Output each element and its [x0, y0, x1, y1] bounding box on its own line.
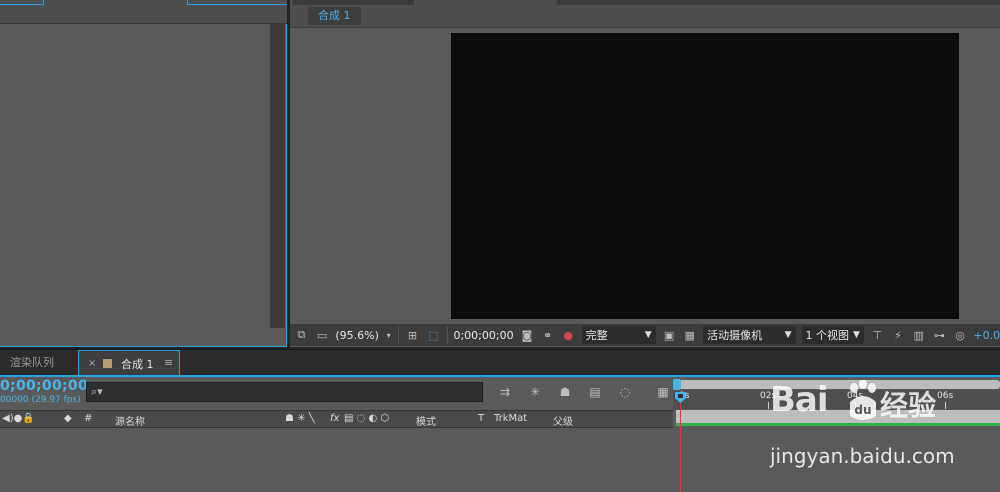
column-number: # — [84, 413, 93, 424]
playhead-handle-center — [678, 394, 683, 398]
resolution-dropdown[interactable]: 完整 ▼ — [581, 326, 656, 344]
camera-dropdown[interactable]: 活动摄像机 ▼ — [703, 326, 796, 344]
column-track-matte[interactable]: TrkMat — [494, 413, 527, 424]
layer-search-input[interactable]: ⌕▾ — [86, 382, 483, 402]
column-effects[interactable]: fx — [330, 413, 339, 424]
snapshot-camera-icon[interactable]: ◙ — [520, 327, 535, 343]
region-of-interest-icon[interactable]: ▣ — [662, 327, 677, 343]
zoom-level[interactable]: (95.6%) — [335, 329, 379, 342]
column-parent[interactable]: 父级 — [553, 413, 573, 428]
timeline-current-time[interactable]: 0;00;00;00 — [0, 378, 88, 394]
zoom-dropdown-icon[interactable]: ▾ — [385, 327, 392, 343]
ruler-tick — [768, 402, 769, 409]
toolbar-divider — [446, 326, 448, 344]
chevron-down-icon: ▼ — [784, 330, 792, 340]
paw-icon: du — [850, 380, 876, 420]
layer-switch-icons[interactable]: ☗ ✳ ╲ — [285, 413, 315, 424]
resolution-value: 完整 — [585, 329, 608, 342]
toolbar-divider — [398, 326, 400, 344]
column-mode[interactable]: 模式 — [416, 413, 436, 428]
views-dropdown[interactable]: 1 个视图 ▼ — [801, 326, 864, 344]
watermark-logo-cn: 经验 — [880, 389, 937, 422]
watermark-logo-text: Bai — [770, 380, 829, 420]
toggle-pixel-aspect-icon[interactable]: ⊤ — [870, 327, 885, 343]
panel-menu-icon[interactable]: ≡ — [164, 356, 173, 369]
timeline-frame-rate: 00000 (29.97 fps) — [0, 395, 81, 405]
layer-column-header: ◀)●🔒 ◆ # 源名称 ☗ ✳ ╲ fx ▤ ◌ ◐ ⬡ 模式 T TrkMa… — [0, 410, 673, 428]
frame-blending-icon[interactable]: ▤ — [586, 383, 604, 401]
mask-path-icon[interactable]: ⬚ — [426, 327, 441, 343]
monitor-icon[interactable]: ▭ — [315, 327, 330, 343]
panel-tabs-row: 渲染队列 × 合成 1 ≡ — [0, 349, 1000, 376]
layer-switch-icons-2[interactable]: ▤ ◌ ◐ ⬡ — [344, 413, 389, 424]
fast-previews-icon[interactable]: ⚡ — [891, 327, 906, 343]
tab-composition[interactable]: × 合成 1 ≡ — [78, 350, 180, 376]
project-tab-edge — [0, 0, 44, 5]
exposure-reset-icon[interactable]: ◎ — [953, 327, 968, 343]
show-snapshot-icon[interactable]: ⚭ — [540, 327, 555, 343]
views-value: 1 个视图 — [805, 329, 850, 342]
label-tag-icon[interactable]: ◆ — [64, 413, 72, 424]
audio-video-switch-icons[interactable]: ◀)●🔒 — [2, 413, 35, 424]
composition-canvas[interactable] — [451, 33, 959, 319]
svg-text:du: du — [854, 403, 871, 417]
tab-composition-label: 合成 1 — [121, 358, 154, 371]
graph-editor-icon[interactable]: ▦ — [654, 383, 672, 401]
project-tab-edge — [187, 0, 287, 5]
tab-render-queue[interactable]: 渲染队列 — [0, 350, 78, 376]
viewer-header-tab-edge — [557, 0, 1000, 5]
always-preview-icon[interactable]: ⧉ — [294, 327, 309, 343]
playhead-line — [680, 403, 681, 492]
project-panel — [0, 0, 287, 347]
comp-mini-flowchart-icon[interactable]: ⇉ — [496, 383, 514, 401]
work-area-start-handle[interactable] — [673, 379, 681, 390]
motion-blur-icon[interactable]: ◌ — [616, 383, 634, 401]
label-color-swatch — [103, 359, 112, 368]
channel-rgb-icon[interactable]: ● — [561, 327, 576, 343]
viewer-header-tab-edge — [293, 0, 414, 5]
watermark-url: jingyan.baidu.com — [770, 444, 955, 468]
shy-layers-icon[interactable]: ☗ — [556, 383, 574, 401]
column-preserve-transparency[interactable]: T — [478, 413, 484, 424]
draft-3d-icon[interactable]: ✳ — [526, 383, 544, 401]
close-icon[interactable]: × — [88, 358, 98, 370]
composition-nav-tab[interactable]: 合成 1 — [308, 7, 361, 25]
chevron-down-icon: ▼ — [644, 330, 652, 340]
column-source-name[interactable]: 源名称 — [115, 413, 145, 428]
safe-margins-icon[interactable]: ⊞ — [405, 327, 420, 343]
camera-value: 活动摄像机 — [707, 329, 763, 342]
baidu-jingyan-watermark: Bai du 经验 jingyan.baidu.com — [770, 380, 1000, 490]
timeline-switches: ⇉ ✳ ☗ ▤ ◌ ▦ — [496, 383, 672, 401]
viewer-toolbar: ⧉ ▭ (95.6%) ▾ ⊞ ⬚ 0;00;00;00 ◙ ⚭ ● 完整 ▼ … — [290, 324, 1000, 346]
flowchart-icon[interactable]: ⊶ — [932, 327, 947, 343]
project-scrollbar[interactable] — [270, 24, 285, 328]
current-time[interactable]: 0;00;00;00 — [453, 329, 513, 342]
layer-list[interactable] — [0, 428, 673, 492]
chevron-down-icon: ▼ — [853, 330, 860, 340]
exposure-value[interactable]: +0.0 — [973, 329, 1000, 342]
timeline-icon[interactable]: ▥ — [911, 327, 926, 343]
transparency-grid-icon[interactable]: ▦ — [682, 327, 697, 343]
